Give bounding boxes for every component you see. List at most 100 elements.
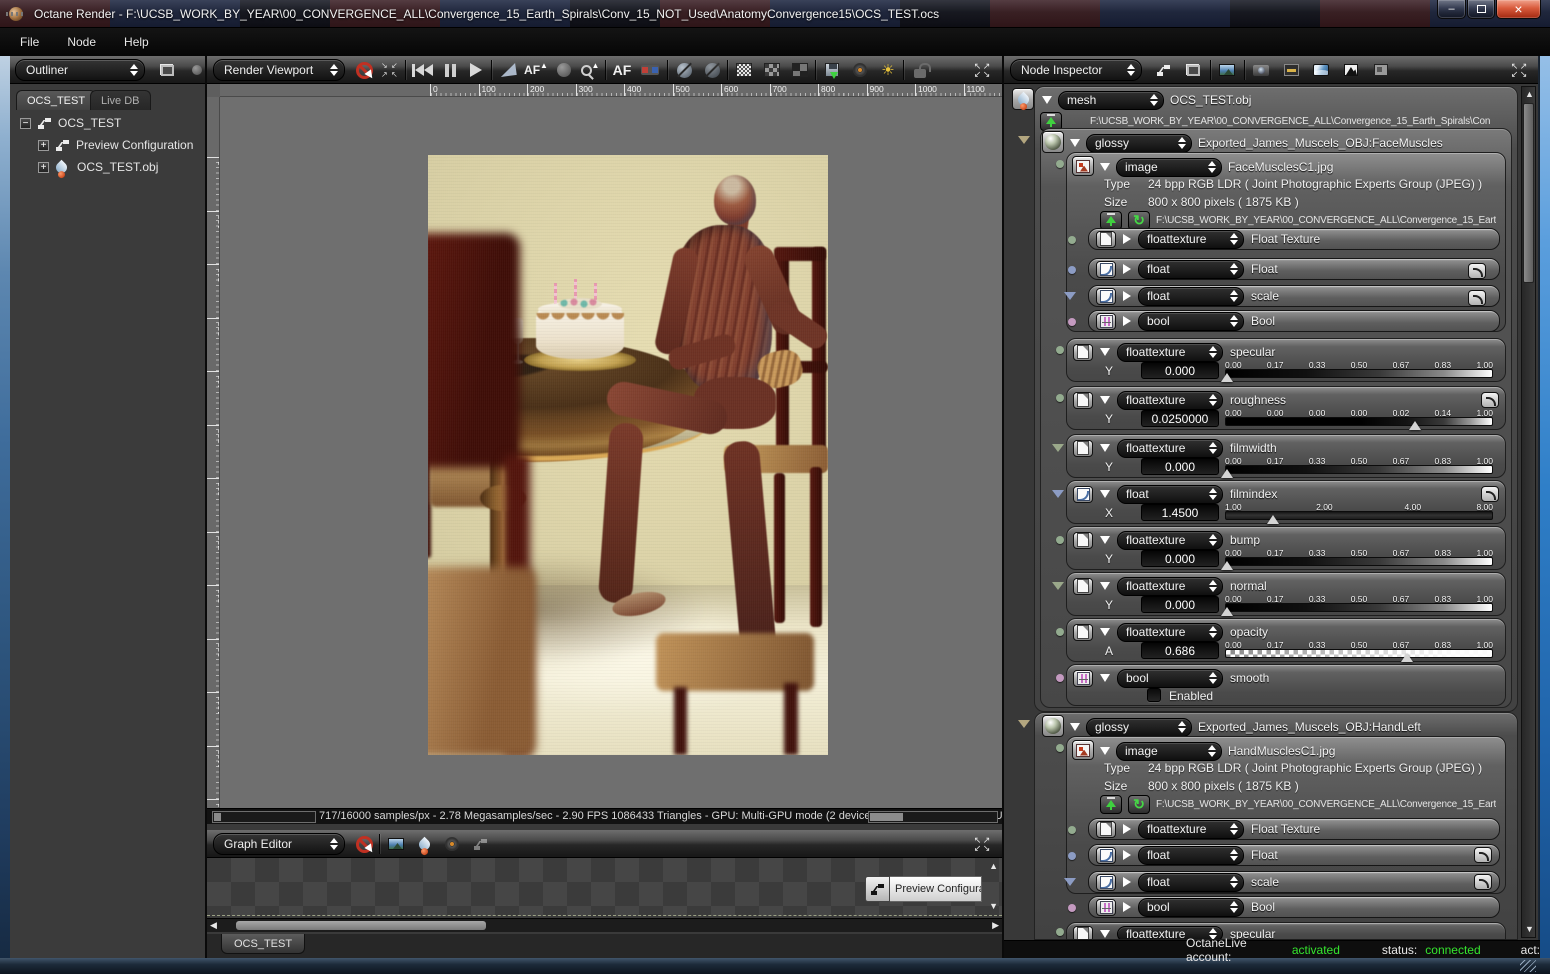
pin-dot-texture[interactable] bbox=[1056, 928, 1064, 936]
pin-type-dropdown[interactable]: floattexture bbox=[1138, 819, 1244, 839]
pin-marker-float[interactable] bbox=[1052, 490, 1064, 498]
slider-track[interactable] bbox=[1225, 649, 1493, 658]
expand-icon[interactable] bbox=[1123, 291, 1131, 301]
slider-handle[interactable] bbox=[1221, 469, 1233, 478]
bool-pin-button[interactable] bbox=[1096, 898, 1116, 916]
pin-dot-bool[interactable] bbox=[1068, 318, 1076, 326]
glossy-node-icon-button[interactable] bbox=[1042, 715, 1064, 737]
float-pin-button[interactable] bbox=[1096, 287, 1116, 305]
inspector-fullscreen-icon[interactable]: ↖ ↗ ↙ ↘ bbox=[1508, 59, 1530, 81]
collapse-icon[interactable] bbox=[1070, 139, 1080, 147]
pin-type-dropdown[interactable]: float bbox=[1138, 259, 1244, 279]
texture-type-dropdown[interactable]: image bbox=[1116, 741, 1222, 761]
pin-type-dropdown[interactable]: bool bbox=[1117, 668, 1223, 688]
import-material-icon[interactable] bbox=[413, 833, 435, 855]
slider-track[interactable] bbox=[1225, 603, 1493, 612]
postprocess-node-icon[interactable] bbox=[1370, 59, 1392, 81]
rendered-image[interactable] bbox=[428, 155, 828, 755]
slider-track[interactable] bbox=[1225, 557, 1493, 566]
pin-type-dropdown[interactable]: float bbox=[1138, 872, 1244, 892]
refresh-file-button[interactable]: ↻ bbox=[1128, 210, 1150, 230]
autofocus-pick-icon[interactable]: AF ▲ bbox=[524, 59, 548, 81]
expand-icon[interactable] bbox=[1123, 850, 1131, 860]
glossy-node-icon-button[interactable] bbox=[1042, 131, 1064, 153]
texture-type-dropdown[interactable]: image bbox=[1116, 157, 1222, 177]
slider-handle[interactable] bbox=[1409, 421, 1422, 430]
render-target-icon[interactable] bbox=[1216, 59, 1238, 81]
float-pin-button[interactable] bbox=[1073, 485, 1093, 503]
slider[interactable] bbox=[1221, 465, 1493, 478]
menu-item[interactable]: Help bbox=[124, 35, 149, 49]
minimize-button[interactable]: – bbox=[1437, 0, 1466, 19]
pin-type-dropdown[interactable]: bool bbox=[1138, 897, 1244, 917]
fit-view-icon[interactable]: ↘ ↙ ↗ ↖ bbox=[379, 59, 401, 81]
viewport-panel-selector[interactable]: Render Viewport bbox=[213, 59, 345, 81]
pin-dot-float[interactable] bbox=[1068, 266, 1076, 274]
curve-editor-button[interactable] bbox=[1468, 263, 1486, 279]
stereo-mode-icon[interactable] bbox=[639, 59, 661, 81]
expand-icon[interactable]: + bbox=[38, 161, 49, 173]
slider-handle[interactable] bbox=[1267, 515, 1280, 524]
graph-editor-canvas[interactable]: Preview Configura ▲ ▼ bbox=[207, 858, 1002, 916]
image-node-icon-button[interactable] bbox=[1072, 740, 1094, 760]
value-field[interactable]: 1.4500 bbox=[1141, 504, 1219, 521]
inspector-panel-selector[interactable]: Node Inspector bbox=[1010, 59, 1142, 81]
refresh-file-button[interactable]: ↻ bbox=[1128, 794, 1150, 814]
slider-track[interactable] bbox=[1225, 369, 1493, 378]
pause-render-icon[interactable] bbox=[439, 59, 461, 81]
curve-editor-button[interactable] bbox=[1474, 874, 1492, 890]
kernel-node-icon[interactable] bbox=[1280, 59, 1302, 81]
slider[interactable] bbox=[1225, 649, 1493, 662]
value-field[interactable]: 0.0250000 bbox=[1141, 410, 1219, 427]
close-button[interactable]: × bbox=[1496, 0, 1541, 19]
restart-render-icon[interactable] bbox=[411, 59, 433, 81]
graph-scrollbar-thumb[interactable] bbox=[236, 921, 486, 930]
collapse-icon[interactable] bbox=[1100, 163, 1110, 171]
alpha-checker-large-icon[interactable] bbox=[789, 59, 811, 81]
float-pin-button[interactable] bbox=[1096, 260, 1116, 278]
scroll-up-icon[interactable]: ▲ bbox=[1525, 90, 1534, 99]
tab-ocs-test[interactable]: OCS_TEST bbox=[16, 90, 97, 110]
scrollbar-thumb[interactable] bbox=[1523, 103, 1534, 283]
graph-scroll-up-icon[interactable]: ▲ bbox=[989, 862, 998, 871]
tree-item-ocs-test-obj[interactable]: + OCS_TEST.obj bbox=[38, 159, 158, 175]
autofocus-toggle-icon[interactable]: AF bbox=[611, 59, 633, 81]
export-node-icon[interactable] bbox=[469, 833, 491, 855]
graph-node-preview-configuration[interactable]: Preview Configura bbox=[865, 876, 982, 902]
texture-pin-button[interactable] bbox=[1073, 391, 1093, 409]
pin-type-dropdown[interactable]: floattexture bbox=[1117, 530, 1223, 550]
imager-node-icon[interactable] bbox=[1340, 59, 1362, 81]
expand-icon[interactable] bbox=[1123, 264, 1131, 274]
expanded-marker-icon[interactable] bbox=[1018, 136, 1030, 144]
pin-marker-float[interactable] bbox=[1064, 292, 1076, 300]
pin-dot-texture[interactable] bbox=[1056, 628, 1064, 636]
pin-row-bool[interactable]: bool Bool bbox=[1088, 896, 1500, 918]
expanded-marker-icon[interactable] bbox=[1018, 720, 1030, 728]
title-bar[interactable]: Octane Render - F:\UCSB_WORK_BY_YEAR\00_… bbox=[0, 0, 1550, 28]
pin-dot-texture[interactable] bbox=[1068, 236, 1076, 244]
pin-marker-texture[interactable] bbox=[1052, 444, 1064, 452]
bool-pin-button[interactable] bbox=[1073, 669, 1093, 687]
save-render-state-icon[interactable] bbox=[849, 59, 871, 81]
depth-pick-icon[interactable] bbox=[553, 59, 575, 81]
tab-live-db[interactable]: Live DB bbox=[90, 90, 151, 110]
texture-pin-button[interactable] bbox=[1073, 531, 1093, 549]
texture-pin-button[interactable] bbox=[1073, 439, 1093, 457]
graph-fullscreen-icon[interactable]: ↖ ↗ ↙ ↘ bbox=[971, 833, 993, 855]
collapse-icon[interactable] bbox=[1100, 396, 1110, 404]
expand-icon[interactable] bbox=[1123, 234, 1131, 244]
pin-type-dropdown[interactable]: floattexture bbox=[1117, 576, 1223, 596]
alpha-checker-medium-icon[interactable] bbox=[761, 59, 783, 81]
material-ball-1-icon[interactable] bbox=[673, 59, 695, 81]
graph-panel-selector[interactable]: Graph Editor bbox=[213, 833, 345, 855]
curve-editor-button[interactable] bbox=[1474, 847, 1492, 863]
material-type-dropdown[interactable]: glossy bbox=[1086, 717, 1192, 737]
collapse-icon[interactable] bbox=[1042, 96, 1052, 104]
viewport-fullscreen-icon[interactable]: ↖ ↗ ↙ ↘ bbox=[971, 59, 993, 81]
collapse-icon[interactable] bbox=[1100, 628, 1110, 636]
pin-type-dropdown[interactable]: float bbox=[1138, 845, 1244, 865]
tree-item-preview-configuration[interactable]: + Preview Configuration bbox=[38, 138, 193, 152]
import-image-node-icon[interactable] bbox=[385, 833, 407, 855]
node-single-icon[interactable] bbox=[1152, 59, 1174, 81]
pin-dot-texture[interactable] bbox=[1056, 536, 1064, 544]
